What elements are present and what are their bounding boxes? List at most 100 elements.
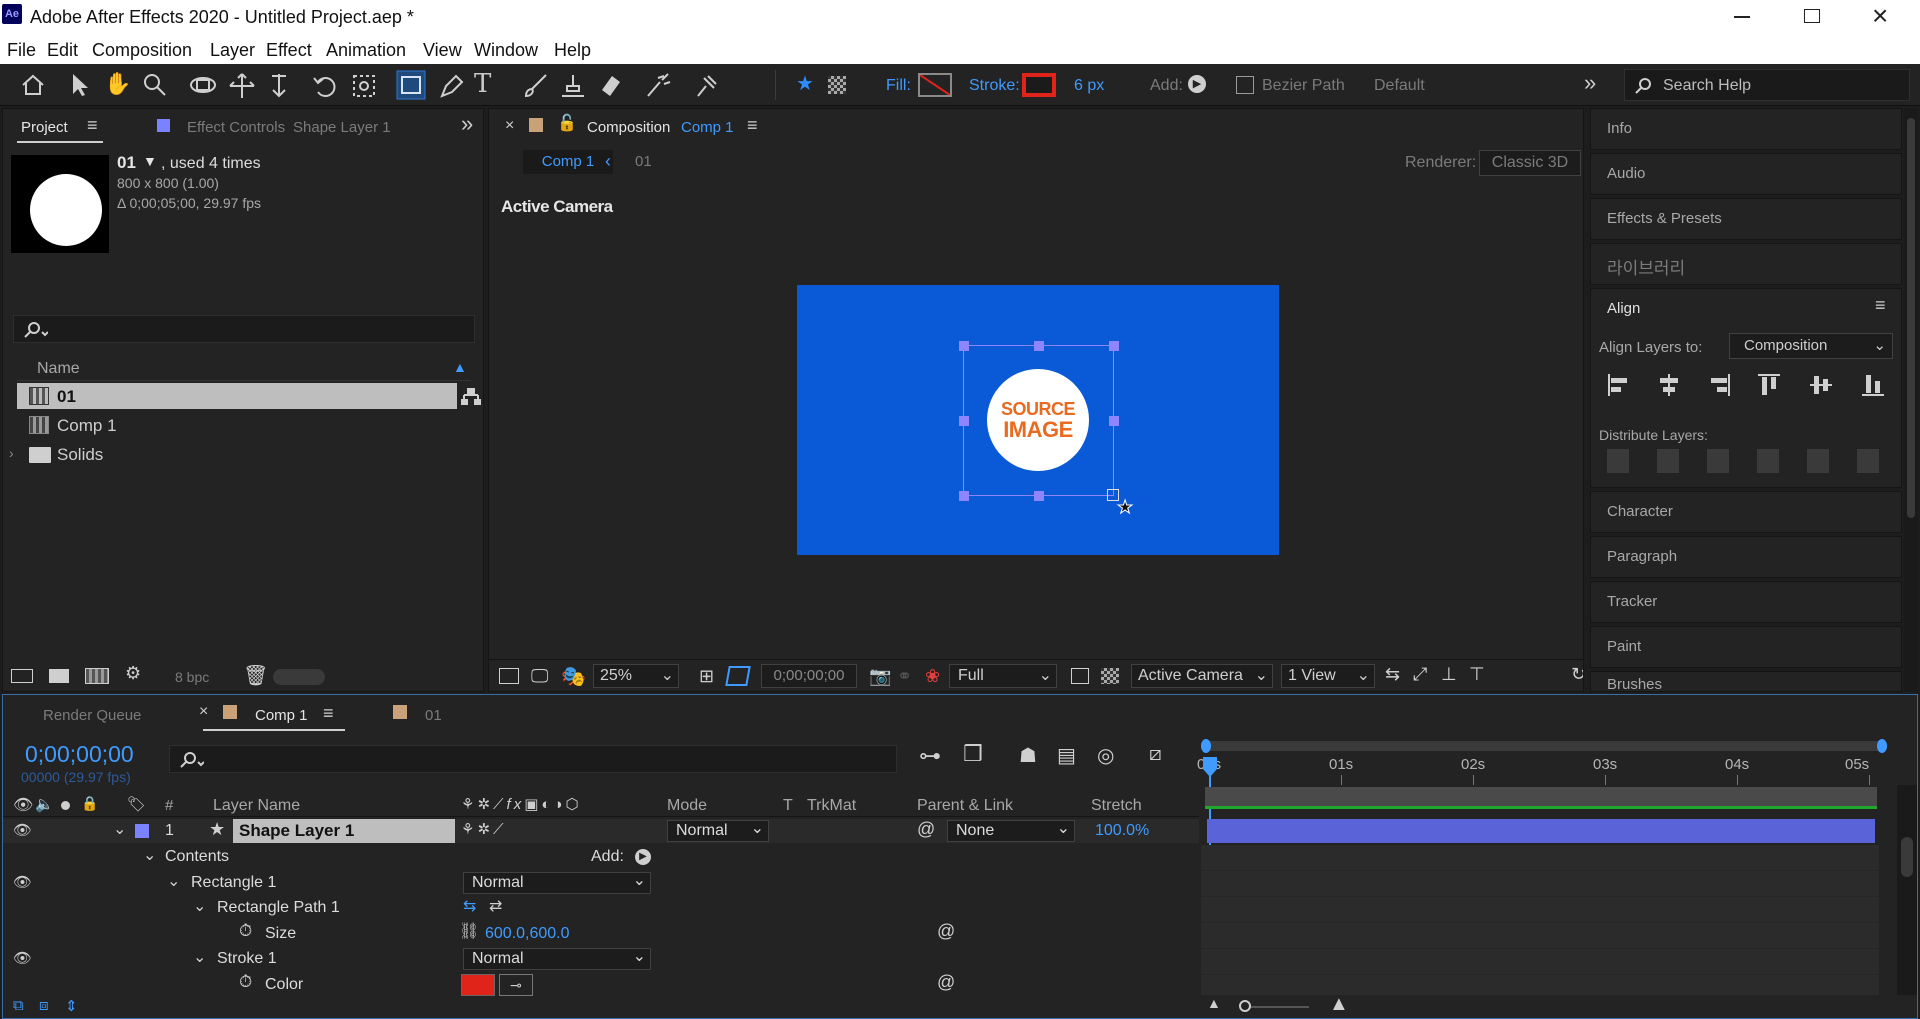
expression-pickwhip-icon[interactable]: @ [937, 972, 955, 993]
toggle-pixel-icon[interactable]: ⇆ [1385, 664, 1400, 685]
contents-row[interactable]: ⌄ Contents Add: ▶ [3, 845, 1199, 869]
collapse-arrow-icon[interactable]: ⌄ [193, 947, 206, 967]
color-row[interactable]: ⏱ Color ⊸ @ [3, 972, 1199, 996]
project-tab[interactable]: Project [21, 119, 68, 136]
brushes-panel[interactable]: Brushes [1590, 671, 1902, 692]
menu-edit[interactable]: Edit [47, 40, 78, 61]
interpret-footage-icon[interactable] [11, 669, 33, 683]
zoom-slider-thumb[interactable] [1239, 1000, 1251, 1012]
hand-tool-icon[interactable]: ✋ [104, 70, 131, 98]
eraser-tool-icon[interactable] [596, 72, 624, 100]
stroke-swatch[interactable] [1022, 73, 1056, 97]
timeline-menu-icon[interactable]: ≡ [323, 703, 334, 724]
01-timeline-tab[interactable]: 01 [425, 707, 442, 724]
visibility-icon[interactable]: 👁 [13, 949, 32, 967]
comp-canvas[interactable]: SOURCE IMAGE ★ [797, 285, 1279, 555]
selection-tool-icon[interactable] [70, 72, 90, 98]
home-icon[interactable] [20, 73, 46, 97]
align-menu-icon[interactable]: ≡ [1875, 295, 1886, 316]
transfer-controls-icon[interactable]: ⧈ [39, 997, 49, 1014]
handle-tm[interactable] [1034, 341, 1044, 351]
layer-name[interactable]: Shape Layer 1 [233, 819, 455, 843]
minimize-icon[interactable] [1734, 16, 1750, 18]
time-ruler-area[interactable]: 00s01s02s03s04s05s [1197, 735, 1897, 995]
adjust-icon[interactable]: ⚙ [125, 663, 141, 684]
color-swatch[interactable] [461, 974, 495, 996]
monitor-icon[interactable]: 🖵 [531, 666, 548, 687]
comp1-timeline-tab[interactable]: Comp 1 [255, 707, 308, 724]
menu-file[interactable]: File [7, 40, 36, 61]
graph-editor-icon[interactable]: ⧄ [1149, 743, 1162, 766]
collapse-arrow-icon[interactable]: ⌄ [167, 871, 180, 891]
snapshot-camera-icon[interactable]: 📷 [869, 666, 891, 687]
layer-duration-bar[interactable] [1207, 819, 1875, 843]
character-panel[interactable]: Character [1590, 491, 1902, 533]
composition-tab-label[interactable]: Composition [587, 119, 670, 136]
star-snap-icon[interactable]: ★ [796, 70, 814, 98]
rectangle-path-row[interactable]: ⌄ Rectangle Path 1 ⇆ ⇄ [3, 896, 1199, 920]
lock-icon[interactable]: 🔓 [557, 113, 577, 133]
puppet-tool-icon[interactable] [692, 72, 720, 100]
region-of-interest-icon[interactable] [1071, 668, 1089, 684]
info-panel[interactable]: Info [1590, 108, 1902, 150]
comp-mini-flowchart-icon[interactable]: ⊶ [919, 743, 941, 769]
parent-dropdown[interactable]: None ⌄ [947, 820, 1075, 842]
label-color-chip[interactable] [135, 824, 149, 838]
timeline-timecode[interactable]: 0;00;00;00 [25, 741, 134, 768]
zoom-slider[interactable] [1243, 1006, 1309, 1008]
effect-controls-tab[interactable]: Effect Controls [187, 119, 285, 136]
stretch-value[interactable]: 100.0% [1095, 822, 1149, 840]
trash-icon[interactable]: 🗑 [243, 663, 268, 688]
layer-mode-dropdown[interactable]: Normal ⌄ [667, 820, 769, 842]
rect-mode-dropdown[interactable]: Normal ⌄ [463, 872, 651, 894]
panel-overflow-icon[interactable]: » [461, 111, 473, 137]
layer-switches-icons[interactable]: ⚘✲⟋ [461, 820, 507, 838]
timeline-scrollbar[interactable] [1897, 785, 1917, 995]
fast-preview-icon[interactable]: ↻ [1571, 664, 1583, 685]
close-tab-icon[interactable]: × [505, 117, 514, 135]
type-tool-icon[interactable]: T [474, 70, 491, 98]
search-help-box[interactable]: Search Help [1624, 69, 1910, 101]
tracker-panel[interactable]: Tracker [1590, 581, 1902, 623]
bpc-label[interactable]: 8 bpc [175, 669, 209, 685]
constrain-link-icon[interactable]: ⛓ [459, 921, 479, 941]
menu-composition[interactable]: Composition [92, 40, 192, 61]
stroke-row[interactable]: 👁 ⌄ Stroke 1 Normal ⌄ [3, 947, 1199, 971]
item-name-dropdown-icon[interactable]: ▼ [143, 153, 157, 169]
shape-bounding-box[interactable] [963, 345, 1114, 496]
workspace-label[interactable]: Default [1374, 77, 1425, 95]
name-column-header[interactable]: Name [37, 360, 80, 378]
project-item-01[interactable]: 01 [17, 383, 457, 409]
distribute-icons[interactable] [1607, 449, 1891, 473]
color-channels-icon[interactable]: ❀ [925, 666, 940, 687]
close-icon[interactable]: × [1872, 0, 1888, 32]
project-scroll-thumb[interactable] [273, 669, 325, 685]
composition-tab-name[interactable]: Comp 1 [681, 119, 734, 136]
render-queue-tab[interactable]: Render Queue [43, 707, 141, 724]
fill-swatch[interactable] [918, 73, 952, 97]
effects-presets-panel[interactable]: Effects & Presets [1590, 198, 1902, 240]
paragraph-panel[interactable]: Paragraph [1590, 536, 1902, 578]
handle-tl[interactable] [959, 341, 969, 351]
rectangle-row[interactable]: 👁 ⌄ Rectangle 1 Normal ⌄ [3, 871, 1199, 895]
new-folder-icon[interactable] [49, 669, 69, 683]
workspace-more-icon[interactable]: » [1584, 70, 1596, 96]
shy-layers-icon[interactable]: ☗ [1019, 743, 1037, 768]
transparency-grid-icon[interactable] [1101, 668, 1119, 684]
expression-pickwhip-icon[interactable]: @ [937, 921, 955, 942]
project-menu-icon[interactable]: ≡ [87, 115, 98, 136]
zoom-out-icon[interactable]: ▲ [1207, 995, 1221, 1011]
rectangle-tool-icon[interactable] [396, 70, 426, 100]
flowchart-view-icon[interactable]: ⊤ [1469, 664, 1485, 685]
align-right-icon[interactable] [1707, 373, 1731, 397]
brush-tool-icon[interactable] [522, 72, 550, 100]
mask-icon[interactable]: 🎭 [561, 664, 586, 689]
zoom-dropdown[interactable]: 25% ⌄ [593, 664, 679, 688]
motion-blur-icon[interactable]: ◎ [1097, 743, 1114, 768]
time-ruler[interactable]: 00s01s02s03s04s05s [1197, 755, 1897, 789]
timeline-link-icon[interactable]: ⊥ [1441, 664, 1457, 685]
zoom-tool-icon[interactable] [142, 72, 168, 98]
project-item-solids[interactable]: › Solids [3, 441, 457, 467]
in-out-toggle-icon[interactable]: ⇕ [65, 997, 78, 1015]
timeline-search-input[interactable] [169, 745, 897, 773]
